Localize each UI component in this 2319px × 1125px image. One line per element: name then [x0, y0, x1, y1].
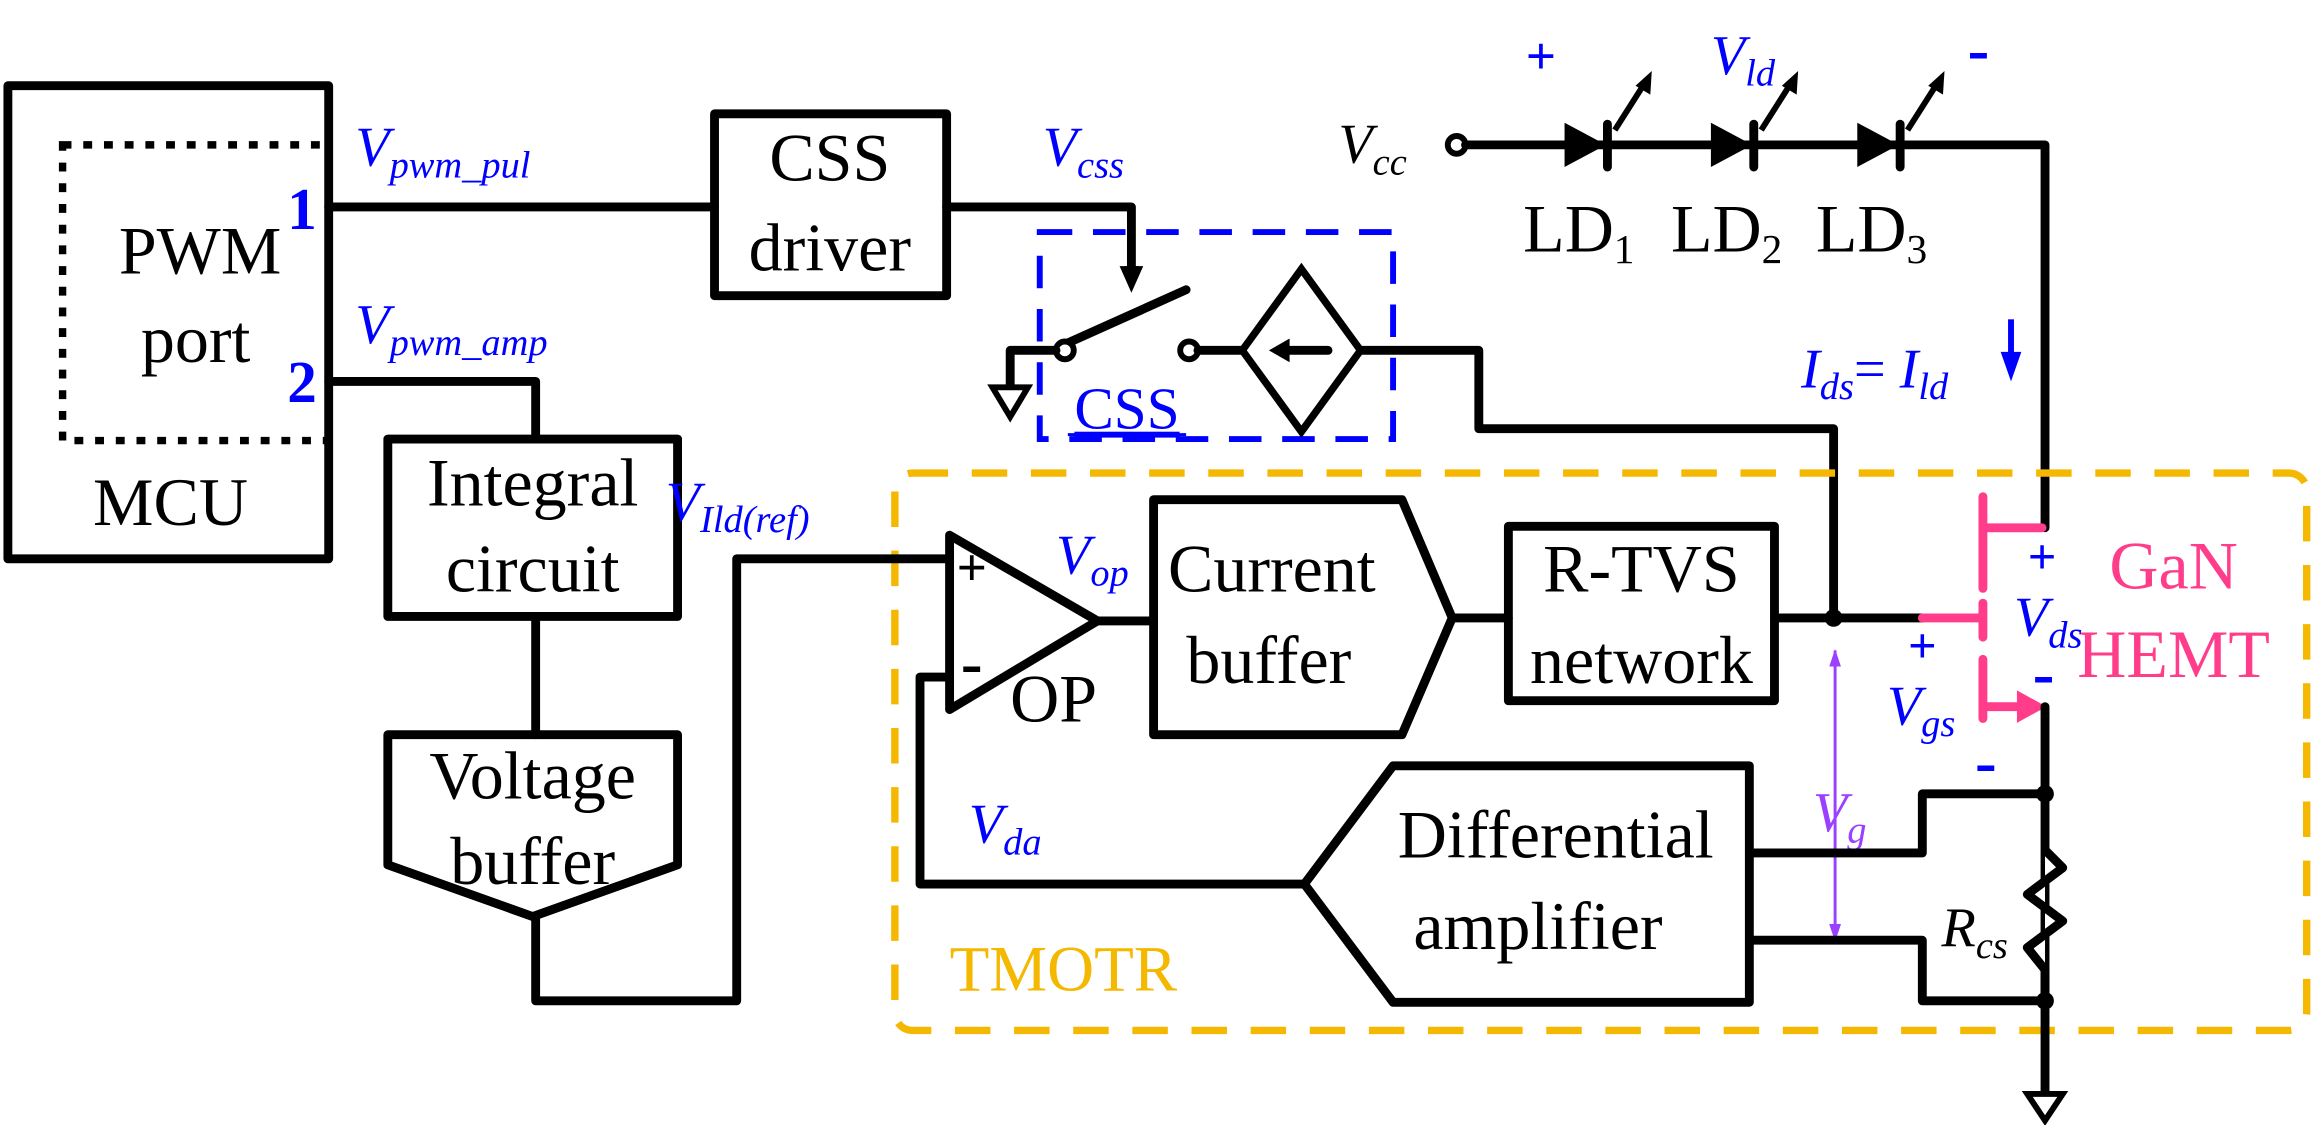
arrow-vcss-icon [1119, 266, 1144, 293]
ld3-label: LD3 [1816, 190, 1927, 272]
resistor-rcs [2022, 846, 2068, 1001]
voltage-buffer-label: Voltage [429, 737, 636, 813]
current-buffer-label-2: buffer [1186, 622, 1351, 698]
vg-label: Vg [1813, 782, 1867, 852]
mcu-label: MCU [93, 464, 248, 540]
css-driver-label: CSS [769, 119, 890, 195]
pwm-port-label: PWM [119, 212, 281, 288]
rtvs-label-2: network [1530, 622, 1753, 698]
switch-lever [1063, 285, 1191, 348]
ground-icon [987, 384, 1034, 423]
current-buffer-label: Current [1168, 530, 1376, 606]
wire-sense-top [1744, 789, 2050, 858]
diode-ld3 [1857, 70, 1945, 172]
vld-label: Vld [1711, 25, 1776, 95]
vld-plus: + [1526, 27, 1556, 86]
wire-switch-ground [1005, 345, 1061, 392]
circuit-diagram: PWM port MCU 1 2 Vpwm_pul Vpwm_amp CSS d… [3, 14, 2311, 1125]
diode-ld1 [1564, 70, 1652, 172]
tmotr-label: TMOTR [950, 933, 1178, 1005]
vgs-minus: - [1975, 727, 1997, 799]
vda-label: Vda [969, 794, 1042, 864]
vds-plus: + [2028, 529, 2057, 585]
diff-amp-label-2: amplifier [1413, 888, 1663, 964]
pin-1-label: 1 [287, 176, 317, 242]
rcs-label: Rcs [1941, 897, 2008, 967]
vcss-label: Vcss [1043, 117, 1124, 187]
wire-pwm-amp [324, 376, 541, 444]
vild-ref-label: VIld(ref) [666, 471, 810, 541]
op-plus: + [957, 538, 987, 597]
rtvs-label: R-TVS [1543, 530, 1739, 606]
integral-label: Integral [427, 445, 638, 521]
op-minus: - [961, 627, 983, 699]
junction-gate [1824, 609, 1843, 627]
css-driver-label-2: driver [749, 210, 912, 286]
vgs-label: Vgs [1887, 675, 1955, 745]
hemt-label: GaN [2109, 527, 2237, 603]
ld2-label: LD2 [1671, 190, 1782, 272]
vop-label: Vop [1056, 525, 1129, 595]
ground-bottom-icon [2021, 1090, 2069, 1125]
ids-label: Ids= Ild [1800, 338, 1949, 408]
integral-label-2: circuit [446, 530, 620, 606]
op-label: OP [1010, 660, 1097, 736]
pin-2-label: 2 [287, 349, 317, 415]
vpwm-pul-label: Vpwm_pul [355, 117, 530, 187]
vds-label: Vds [2014, 587, 2082, 657]
junction-sense-top [2036, 784, 2054, 803]
vcc-label: Vcc [1338, 114, 1406, 184]
ld1-label: LD1 [1523, 190, 1634, 272]
diff-amp-label: Differential [1398, 796, 1714, 872]
voltage-buffer-label-2: buffer [450, 823, 615, 899]
css-label: CSS [1074, 376, 1179, 442]
vld-minus: - [1968, 14, 1990, 86]
hemt-label-2: HEMT [2077, 616, 2270, 692]
pwm-port-label-2: port [141, 301, 251, 377]
vgs-plus: + [1908, 617, 1937, 673]
vpwm-amp-label: Vpwm_amp [355, 294, 547, 364]
